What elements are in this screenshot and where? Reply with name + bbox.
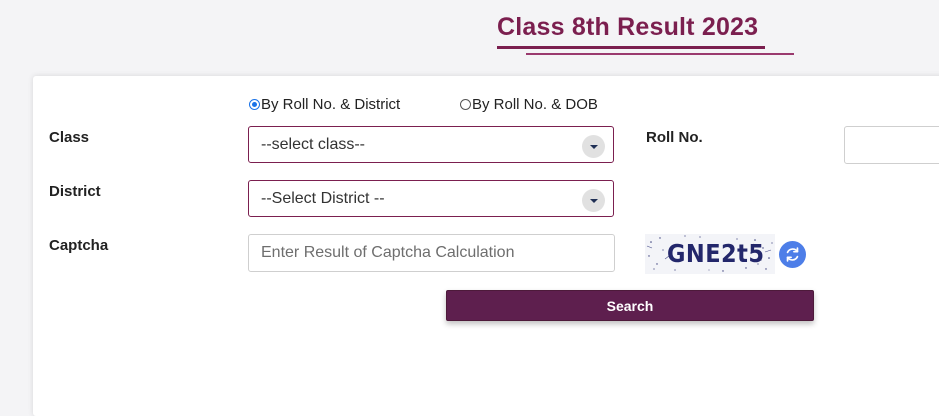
captcha-text: GNE2t5: [667, 239, 765, 268]
radio-roll-dob[interactable]: By Roll No. & DOB: [460, 96, 598, 113]
radio-button-unchecked[interactable]: [460, 99, 471, 110]
captcha-label: Captcha: [49, 237, 109, 254]
district-select-value: --Select District --: [261, 189, 385, 207]
class-select-value: --select class--: [261, 135, 366, 153]
radio-label-roll-district: By Roll No. & District: [261, 96, 401, 113]
refresh-icon[interactable]: [779, 241, 806, 268]
roll-no-label: Roll No.: [646, 129, 703, 146]
class-label: Class: [49, 129, 90, 146]
captcha-image: GNE2t5: [645, 234, 775, 274]
title-underline: [497, 46, 765, 49]
chevron-down-icon[interactable]: [582, 135, 605, 158]
district-label: District: [49, 183, 101, 200]
search-button[interactable]: Search: [446, 290, 814, 321]
roll-no-input[interactable]: [844, 126, 939, 164]
radio-button-checked[interactable]: [249, 99, 260, 110]
page-title: Class 8th Result 2023: [497, 13, 759, 41]
title-underline-secondary: [526, 53, 794, 55]
radio-roll-district[interactable]: By Roll No. & District: [249, 96, 400, 113]
chevron-down-icon[interactable]: [582, 189, 605, 212]
district-select[interactable]: --Select District --: [248, 180, 614, 217]
captcha-input[interactable]: [248, 234, 615, 272]
radio-label-roll-dob: By Roll No. & DOB: [472, 96, 598, 113]
class-select[interactable]: --select class--: [248, 126, 614, 163]
